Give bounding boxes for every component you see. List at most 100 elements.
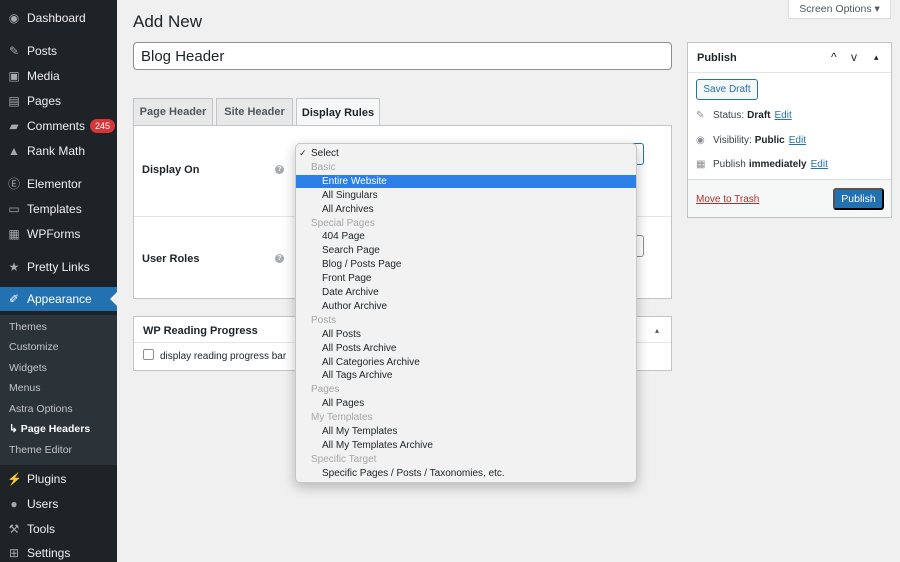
dropdown-option-text: All Posts: [322, 328, 361, 340]
publish-footer: Move to Trash Publish: [688, 179, 891, 217]
dropdown-option[interactable]: Blog / Posts Page: [296, 258, 636, 271]
submenu-item-customize[interactable]: Customize: [9, 341, 59, 353]
sidebar-item-media[interactable]: ▣ Media: [0, 64, 117, 88]
help-icon[interactable]: ?: [275, 254, 284, 263]
star-icon: ★: [8, 260, 20, 274]
tab-site-header[interactable]: Site Header: [216, 98, 293, 125]
visibility-row: ◉ Visibility: Public Edit: [696, 135, 806, 146]
sidebar-item-pretty-links[interactable]: ★ Pretty Links: [0, 255, 117, 279]
edit-schedule-link[interactable]: Edit: [811, 159, 828, 170]
sidebar-item-settings[interactable]: ⊞ Settings: [0, 541, 117, 562]
dropdown-option-text: All Archives: [322, 203, 374, 215]
publish-panel-title: Publish: [697, 52, 737, 64]
screen-options-button[interactable]: Screen Options ▾: [788, 0, 891, 19]
divider: [688, 72, 891, 73]
tab-page-header[interactable]: Page Header: [133, 98, 213, 125]
dropdown-option[interactable]: All Tags Archive: [296, 369, 636, 382]
dropdown-option-text: All Tags Archive: [322, 370, 393, 382]
dropdown-option-text: Specific Target: [311, 453, 377, 465]
dropdown-option[interactable]: Specific Pages / Posts / Taxonomies, etc…: [296, 467, 636, 480]
dropdown-option-text: Blog / Posts Page: [322, 259, 402, 271]
submenu-item-menus[interactable]: Menus: [9, 382, 41, 394]
help-icon[interactable]: ?: [275, 165, 284, 174]
publish-button[interactable]: Publish: [833, 188, 884, 210]
sidebar-item-label: Comments: [27, 119, 86, 133]
submenu-item-themes[interactable]: Themes: [9, 321, 47, 333]
reading-progress-title: WP Reading Progress: [143, 325, 258, 337]
dropdown-option-text: All Categories Archive: [322, 356, 420, 368]
display-on-dropdown[interactable]: ✓ Select Basic Entire Website All Singulars A…: [295, 143, 637, 483]
sidebar-item-label: Rank Math: [27, 144, 86, 158]
dropdown-option-text: Select: [311, 148, 339, 159]
brush-icon: ✐: [8, 292, 20, 306]
dropdown-option[interactable]: All Singulars: [296, 189, 636, 202]
sidebar-item-wpforms[interactable]: ▦ WPForms: [0, 222, 117, 246]
dropdown-option[interactable]: All Posts Archive: [296, 342, 636, 355]
sidebar-item-appearance[interactable]: ✐ Appearance: [0, 287, 117, 311]
reading-progress-checkbox-label: display reading progress bar: [160, 351, 287, 362]
pin-icon: ✎: [696, 110, 705, 121]
sidebar-item-label: Appearance: [27, 292, 92, 306]
admin-sidebar: Themes Customize Widgets Menus Astra Options…: [0, 0, 117, 562]
dropdown-option[interactable]: All My Templates Archive: [296, 439, 636, 452]
panel-toggle-icon[interactable]: ▴: [874, 52, 879, 63]
submenu-item-theme-editor[interactable]: Theme Editor: [9, 444, 72, 456]
page-title: Add New: [133, 12, 202, 31]
dropdown-option[interactable]: Author Archive: [296, 300, 636, 313]
panel-toggle-icon[interactable]: ▴: [655, 326, 659, 335]
dropdown-option[interactable]: Search Page: [296, 244, 636, 257]
submenu-item-widgets[interactable]: Widgets: [9, 362, 47, 374]
edit-visibility-link[interactable]: Edit: [789, 135, 806, 146]
sidebar-item-tools[interactable]: ⚒ Tools: [0, 517, 117, 541]
tab-display-rules[interactable]: Display Rules: [296, 98, 380, 126]
dropdown-option[interactable]: All Posts: [296, 328, 636, 341]
sidebar-item-label: Users: [27, 497, 59, 511]
sidebar-item-pages[interactable]: ▤ Pages: [0, 89, 117, 113]
sidebar-item-templates[interactable]: ▭ Templates: [0, 197, 117, 221]
calendar-icon: ▦: [696, 159, 706, 170]
sidebar-item-comments[interactable]: ▰ Comments 245: [0, 114, 117, 138]
move-down-icon[interactable]: v: [851, 50, 857, 64]
dropdown-option-text: Specific Pages / Posts / Taxonomies, etc…: [322, 467, 505, 479]
publish-value: immediately: [748, 159, 807, 170]
dropdown-option[interactable]: Date Archive: [296, 286, 636, 299]
move-to-trash-link[interactable]: Move to Trash: [696, 194, 759, 205]
dropdown-option-text: All Posts Archive: [322, 342, 397, 354]
dropdown-option[interactable]: 404 Page: [296, 230, 636, 243]
dropdown-option-text: Front Page: [322, 273, 372, 285]
user-roles-label: User Roles: [142, 253, 200, 265]
settings-icon: ⊞: [8, 546, 20, 560]
dropdown-option-text: Posts: [311, 314, 337, 326]
dropdown-option[interactable]: All Archives: [296, 203, 636, 216]
dropdown-option[interactable]: Front Page: [296, 272, 636, 285]
dropdown-option[interactable]: ✓ Select: [296, 147, 636, 160]
sidebar-item-dashboard[interactable]: ◉ Dashboard: [0, 6, 117, 30]
sidebar-item-label: Templates: [27, 202, 82, 216]
dropdown-option-text: 404 Page: [322, 231, 365, 243]
dropdown-option[interactable]: All My Templates: [296, 425, 636, 438]
edit-status-link[interactable]: Edit: [774, 110, 791, 121]
sidebar-item-plugins[interactable]: ⚡ Plugins: [0, 467, 117, 491]
dropdown-group-label: Specific Target: [296, 453, 636, 466]
visibility-label: Visibility:: [713, 135, 752, 146]
move-up-icon[interactable]: ^: [831, 50, 837, 64]
submenu-item-astra-options[interactable]: Astra Options: [9, 403, 73, 415]
dropdown-option[interactable]: All Pages: [296, 397, 636, 410]
dropdown-option[interactable]: All Categories Archive: [296, 356, 636, 369]
dropdown-option-text: Special Pages: [311, 217, 375, 229]
sidebar-item-label: WPForms: [27, 227, 81, 241]
sidebar-item-label: Pretty Links: [27, 260, 90, 274]
sidebar-item-posts[interactable]: ✎ Posts: [0, 39, 117, 63]
post-title-input[interactable]: [133, 42, 672, 70]
dropdown-option[interactable]: Entire Website: [296, 174, 636, 188]
sidebar-item-label: Posts: [27, 44, 58, 58]
sidebar-item-elementor[interactable]: Ⓔ Elementor: [0, 172, 117, 196]
dropdown-group-label: My Templates: [296, 411, 636, 424]
reading-progress-checkbox[interactable]: [143, 349, 154, 360]
appearance-submenu: Themes Customize Widgets Menus Astra Options…: [0, 315, 117, 465]
sidebar-item-users[interactable]: ● Users: [0, 492, 117, 516]
save-draft-button[interactable]: Save Draft: [696, 79, 758, 100]
submenu-item-page-headers[interactable]: ↳ Page Headers: [9, 423, 90, 435]
elementor-icon: Ⓔ: [7, 177, 20, 191]
sidebar-item-rank-math[interactable]: ▲ Rank Math: [0, 139, 117, 163]
